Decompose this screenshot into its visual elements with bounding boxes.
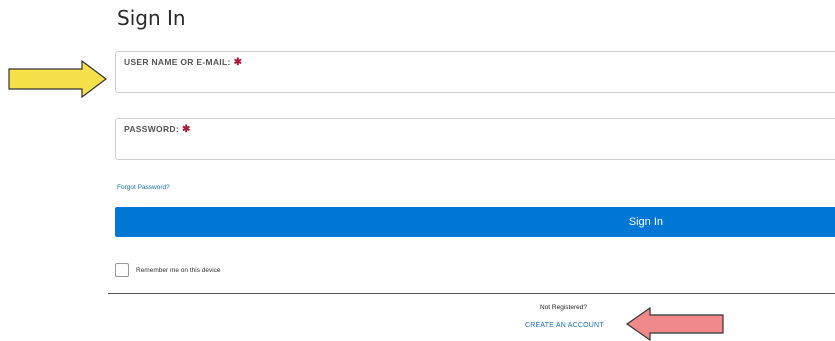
pink-arrow-icon [626,307,724,341]
required-marker: ✱ [233,57,243,68]
sign-in-button[interactable]: Sign In [115,207,835,237]
required-marker: ✱ [181,124,191,135]
username-label-text: USER NAME OR E-MAIL: [124,57,231,67]
username-field[interactable]: USER NAME OR E-MAIL: ✱ [115,51,835,93]
password-label-text: PASSWORD: [124,124,179,134]
not-registered-text: Not Registered? [540,304,587,311]
forgot-password-link[interactable]: Forgot Password? [117,184,170,191]
create-account-link[interactable]: CREATE AN ACCOUNT [525,322,604,329]
remember-me[interactable]: Remember me on this device [115,263,221,277]
yellow-arrow-icon [8,60,107,98]
remember-me-label: Remember me on this device [136,266,221,274]
password-field[interactable]: PASSWORD: ✱ [115,118,835,160]
remember-me-checkbox[interactable] [115,263,129,277]
sign-in-page: Sign In USER NAME OR E-MAIL: ✱ PASSWORD: ✱… [0,0,835,341]
password-input[interactable] [122,137,835,157]
page-title: Sign In [117,6,186,30]
divider [108,293,835,294]
username-input[interactable] [122,70,835,90]
password-label: PASSWORD: ✱ [124,124,191,135]
username-label: USER NAME OR E-MAIL: ✱ [124,57,242,68]
